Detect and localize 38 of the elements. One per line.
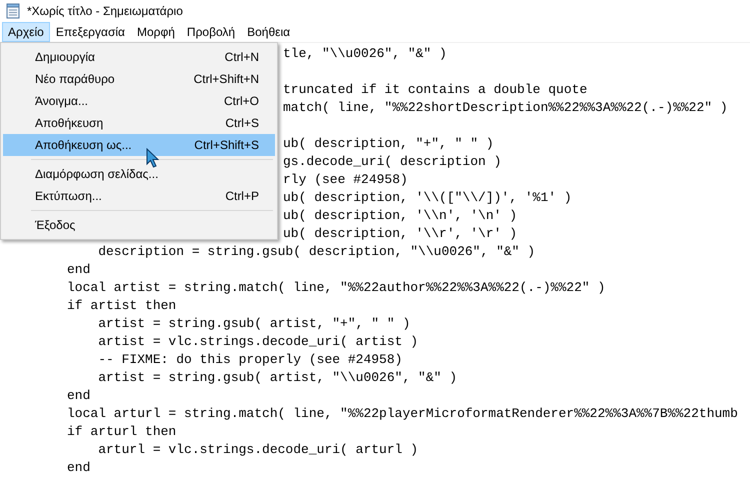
code-line: end: [67, 262, 90, 277]
code-line: ub( description, '\\(["\\/])', '%1' ): [283, 190, 572, 205]
menu-item[interactable]: Δημιουργία Ctrl+N: [3, 46, 275, 68]
window-title: *Χωρίς τίτλο - Σημειωματάριο: [27, 4, 183, 18]
code-line: ub( description, '\\r', '\r' ): [283, 226, 518, 241]
code-line: rly (see #24958): [283, 172, 408, 187]
code-line: local arturl = string.match( line, "%%22playerMicroformatRenderer%%22%%3A%%7B%%22thumb: [67, 406, 738, 421]
menu-bar-item[interactable]: Επεξεργασία: [50, 22, 131, 42]
code-line: artist = string.gsub( artist, "+", " " ): [97, 316, 410, 331]
notepad-icon: [6, 3, 21, 19]
menu-bar-item[interactable]: Μορφή: [130, 22, 181, 42]
code-line: tle, "\\u0026", "&" ): [283, 46, 447, 61]
code-line: arturl = vlc.strings.decode_uri( arturl ): [97, 442, 418, 457]
code-line: if artist then: [67, 298, 176, 313]
menu-item[interactable]: Αποθήκευση ως... Ctrl+Shift+S: [3, 134, 275, 156]
menu-item[interactable]: Νέο παράθυρο Ctrl+Shift+N: [3, 68, 275, 90]
code-line: description = string.gsub( description, "\\u0026", "&" ): [97, 244, 536, 259]
code-line: if arturl then: [67, 424, 176, 439]
menu-item[interactable]: Εκτύπωση... Ctrl+P: [3, 185, 275, 207]
menu-bar-item[interactable]: Αρχείο: [2, 22, 50, 42]
code-line: end: [67, 460, 90, 475]
menu-item[interactable]: Αποθήκευση Ctrl+S: [3, 112, 275, 134]
menu-item[interactable]: Έξοδος: [3, 214, 275, 236]
code-line: end: [67, 388, 90, 403]
mouse-pointer-icon: [146, 148, 160, 168]
code-line: ub( description, '\\n', '\n' ): [283, 208, 518, 223]
code-line: local artist = string.match( line, "%%22author%%22%%3A%%22(.-)%%22" ): [67, 280, 606, 295]
code-line: -- FIXME: do this properly (see #24958): [97, 352, 402, 367]
menu-bar-item[interactable]: Προβολή: [180, 22, 242, 42]
code-line: artist = vlc.strings.decode_uri( artist ): [97, 334, 418, 349]
code-line: match( line, "%%22shortDescription%%22%%3A%%22(.-)%%22" ): [283, 100, 728, 115]
code-line: truncated if it contains a double quote: [283, 82, 588, 97]
code-line: ub( description, "+", " " ): [283, 136, 494, 151]
menu-item[interactable]: Διαμόρφωση σελίδας...: [3, 163, 275, 185]
menu-item[interactable]: Άνοιγμα... Ctrl+O: [3, 90, 275, 112]
menu-bar-item[interactable]: Βοήθεια: [241, 22, 296, 42]
code-line: artist = string.gsub( artist, "\\u0026", "&" ): [97, 370, 458, 385]
code-line: gs.decode_uri( description ): [283, 154, 502, 169]
